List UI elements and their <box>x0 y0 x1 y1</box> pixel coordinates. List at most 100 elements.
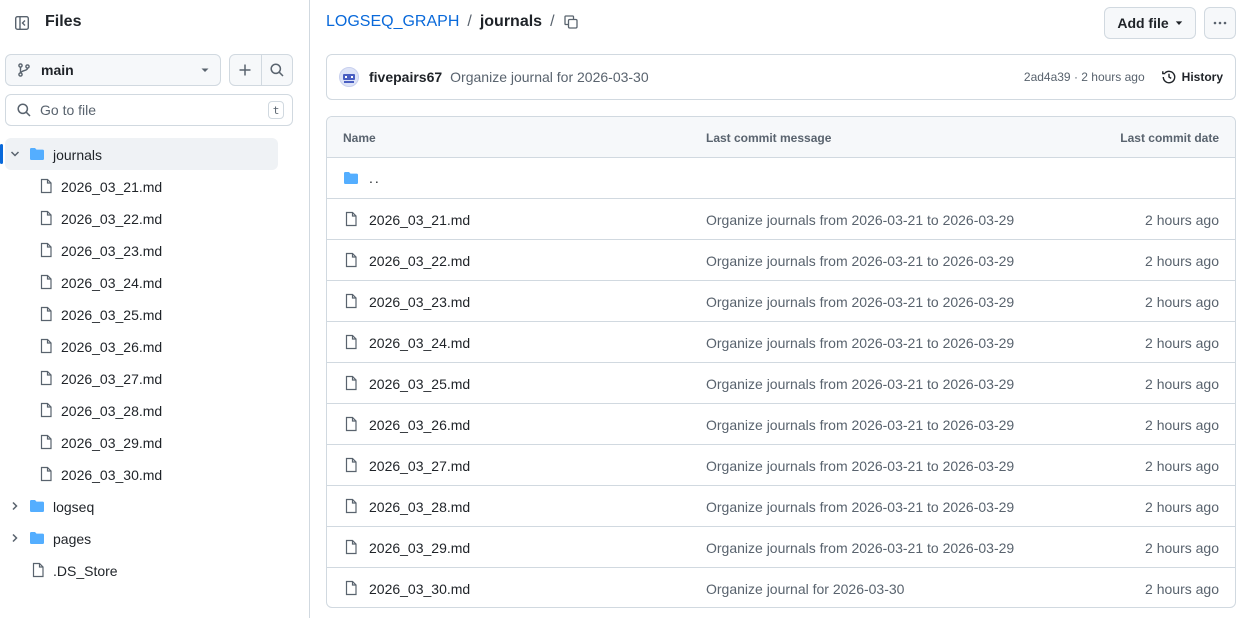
history-icon <box>1161 70 1176 84</box>
parent-directory-link[interactable]: .. <box>369 170 381 186</box>
commit-message-link[interactable]: Organize journal for 2026-03-30 <box>450 69 648 85</box>
table-row: 2026_03_29.md Organize journals from 202… <box>327 527 1235 568</box>
commit-message-link[interactable]: Organize journals from 2026-03-21 to 202… <box>706 335 1014 351</box>
commit-date: 2 hours ago <box>1145 417 1219 433</box>
file-icon <box>345 293 357 309</box>
branch-name: main <box>41 62 74 78</box>
column-header-message: Last commit message <box>706 131 832 145</box>
file-icon <box>345 375 357 391</box>
branch-selector-button[interactable]: main <box>5 54 221 86</box>
file-icon <box>40 306 52 322</box>
tree-folder-pages[interactable]: pages <box>0 522 309 554</box>
tree-folder-label: logseq <box>53 499 95 515</box>
file-name-link[interactable]: 2026_03_21.md <box>369 212 470 228</box>
search-icon <box>270 63 284 77</box>
tree-file[interactable]: 2026_03_27.md <box>0 362 309 394</box>
add-file-dropdown-button[interactable]: Add file <box>1104 7 1196 39</box>
column-header-name: Name <box>343 131 376 145</box>
avatar[interactable] <box>339 67 359 87</box>
breadcrumb-separator: / <box>550 13 555 30</box>
file-icon <box>345 416 357 432</box>
table-row: 2026_03_22.md Organize journals from 202… <box>327 240 1235 281</box>
directory-listing-table: Name Last commit message Last commit dat… <box>326 116 1236 608</box>
tree-folder-logseq[interactable]: logseq <box>0 490 309 522</box>
tree-file[interactable]: 2026_03_25.md <box>0 298 309 330</box>
tree-file-label: .DS_Store <box>53 563 118 579</box>
tree-file[interactable]: 2026_03_22.md <box>0 202 309 234</box>
file-icon <box>40 178 52 194</box>
breadcrumb-repo-link[interactable]: LOGSEQ_GRAPH <box>326 13 459 31</box>
folder-icon <box>30 500 44 512</box>
commit-message-link[interactable]: Organize journals from 2026-03-21 to 202… <box>706 376 1014 392</box>
tree-file-label: 2026_03_25.md <box>61 307 163 323</box>
table-header: Name Last commit message Last commit dat… <box>327 117 1235 158</box>
commit-message-link[interactable]: Organize journals from 2026-03-21 to 202… <box>706 417 1014 433</box>
file-name-link[interactable]: 2026_03_30.md <box>369 581 470 597</box>
commit-date: 2 hours ago <box>1145 458 1219 474</box>
file-name-link[interactable]: 2026_03_25.md <box>369 376 470 392</box>
table-row: 2026_03_26.md Organize journals from 202… <box>327 404 1235 445</box>
search-repo-button[interactable] <box>260 55 292 85</box>
chevron-down-icon[interactable] <box>8 147 22 161</box>
commit-message-link[interactable]: Organize journals from 2026-03-21 to 202… <box>706 294 1014 310</box>
commit-date: 2 hours ago <box>1145 499 1219 515</box>
tree-file[interactable]: 2026_03_28.md <box>0 394 309 426</box>
commit-date: 2 hours ago <box>1145 253 1219 269</box>
commit-message-link[interactable]: Organize journals from 2026-03-21 to 202… <box>706 499 1014 515</box>
file-name-link[interactable]: 2026_03_23.md <box>369 294 470 310</box>
chevron-right-icon[interactable] <box>8 499 22 513</box>
commit-message-link[interactable]: Organize journals from 2026-03-21 to 202… <box>706 212 1014 228</box>
file-name-link[interactable]: 2026_03_26.md <box>369 417 470 433</box>
tree-file-label: 2026_03_26.md <box>61 339 163 355</box>
tree-file[interactable]: 2026_03_23.md <box>0 234 309 266</box>
parent-directory-row[interactable]: .. <box>327 158 1235 199</box>
column-header-date: Last commit date <box>1120 131 1219 145</box>
commit-message-link[interactable]: Organize journals from 2026-03-21 to 202… <box>706 253 1014 269</box>
commit-message-link[interactable]: Organize journals from 2026-03-21 to 202… <box>706 540 1014 556</box>
file-icon <box>40 402 52 418</box>
copy-path-button[interactable] <box>558 9 584 35</box>
commit-date: 2 hours ago <box>1145 294 1219 310</box>
commit-sha-and-time[interactable]: 2ad4a39 · 2 hours ago <box>1024 70 1145 84</box>
tree-file-label: 2026_03_24.md <box>61 275 163 291</box>
tree-file-label: 2026_03_21.md <box>61 179 163 195</box>
tree-file[interactable]: 2026_03_30.md <box>0 458 309 490</box>
tree-file[interactable]: 2026_03_24.md <box>0 266 309 298</box>
tree-file[interactable]: 2026_03_26.md <box>0 330 309 362</box>
file-icon <box>345 334 357 350</box>
file-icon <box>40 466 52 482</box>
tree-file-label: 2026_03_28.md <box>61 403 163 419</box>
commit-message-link[interactable]: Organize journals from 2026-03-21 to 202… <box>706 458 1014 474</box>
go-to-file-input[interactable]: Go to file t <box>5 94 293 126</box>
file-name-link[interactable]: 2026_03_29.md <box>369 540 470 556</box>
commit-author-link[interactable]: fivepairs67 <box>369 69 442 85</box>
file-name-link[interactable]: 2026_03_27.md <box>369 458 470 474</box>
tree-file-label: 2026_03_23.md <box>61 243 163 259</box>
tree-file[interactable]: 2026_03_29.md <box>0 426 309 458</box>
breadcrumb-current: journals <box>479 13 543 30</box>
folder-icon <box>344 172 358 184</box>
more-options-button[interactable] <box>1204 7 1236 39</box>
table-row: 2026_03_24.md Organize journals from 202… <box>327 322 1235 363</box>
tree-folder-journals[interactable]: journals <box>0 138 278 170</box>
folder-icon <box>30 532 44 544</box>
table-row: 2026_03_23.md Organize journals from 202… <box>327 281 1235 322</box>
add-file-button[interactable] <box>230 55 261 85</box>
commit-date: 2 hours ago <box>1145 581 1219 597</box>
tree-file-label: 2026_03_29.md <box>61 435 163 451</box>
collapse-sidebar-button[interactable] <box>7 8 37 38</box>
file-icon <box>345 539 357 555</box>
tree-file[interactable]: 2026_03_21.md <box>0 170 309 202</box>
commit-message-link[interactable]: Organize journal for 2026-03-30 <box>706 581 904 597</box>
commit-date: 2 hours ago <box>1145 376 1219 392</box>
file-name-link[interactable]: 2026_03_22.md <box>369 253 470 269</box>
table-row: 2026_03_27.md Organize journals from 202… <box>327 445 1235 486</box>
history-button[interactable]: History <box>1161 69 1223 85</box>
file-name-link[interactable]: 2026_03_28.md <box>369 499 470 515</box>
chevron-right-icon[interactable] <box>8 531 22 545</box>
file-name-link[interactable]: 2026_03_24.md <box>369 335 470 351</box>
file-tree: journals 2026_03_21.md 2026_03_22.md 202… <box>0 138 309 586</box>
table-row: 2026_03_28.md Organize journals from 202… <box>327 486 1235 527</box>
tree-file-ds-store[interactable]: .DS_Store <box>0 554 309 586</box>
commit-date: 2 hours ago <box>1145 540 1219 556</box>
